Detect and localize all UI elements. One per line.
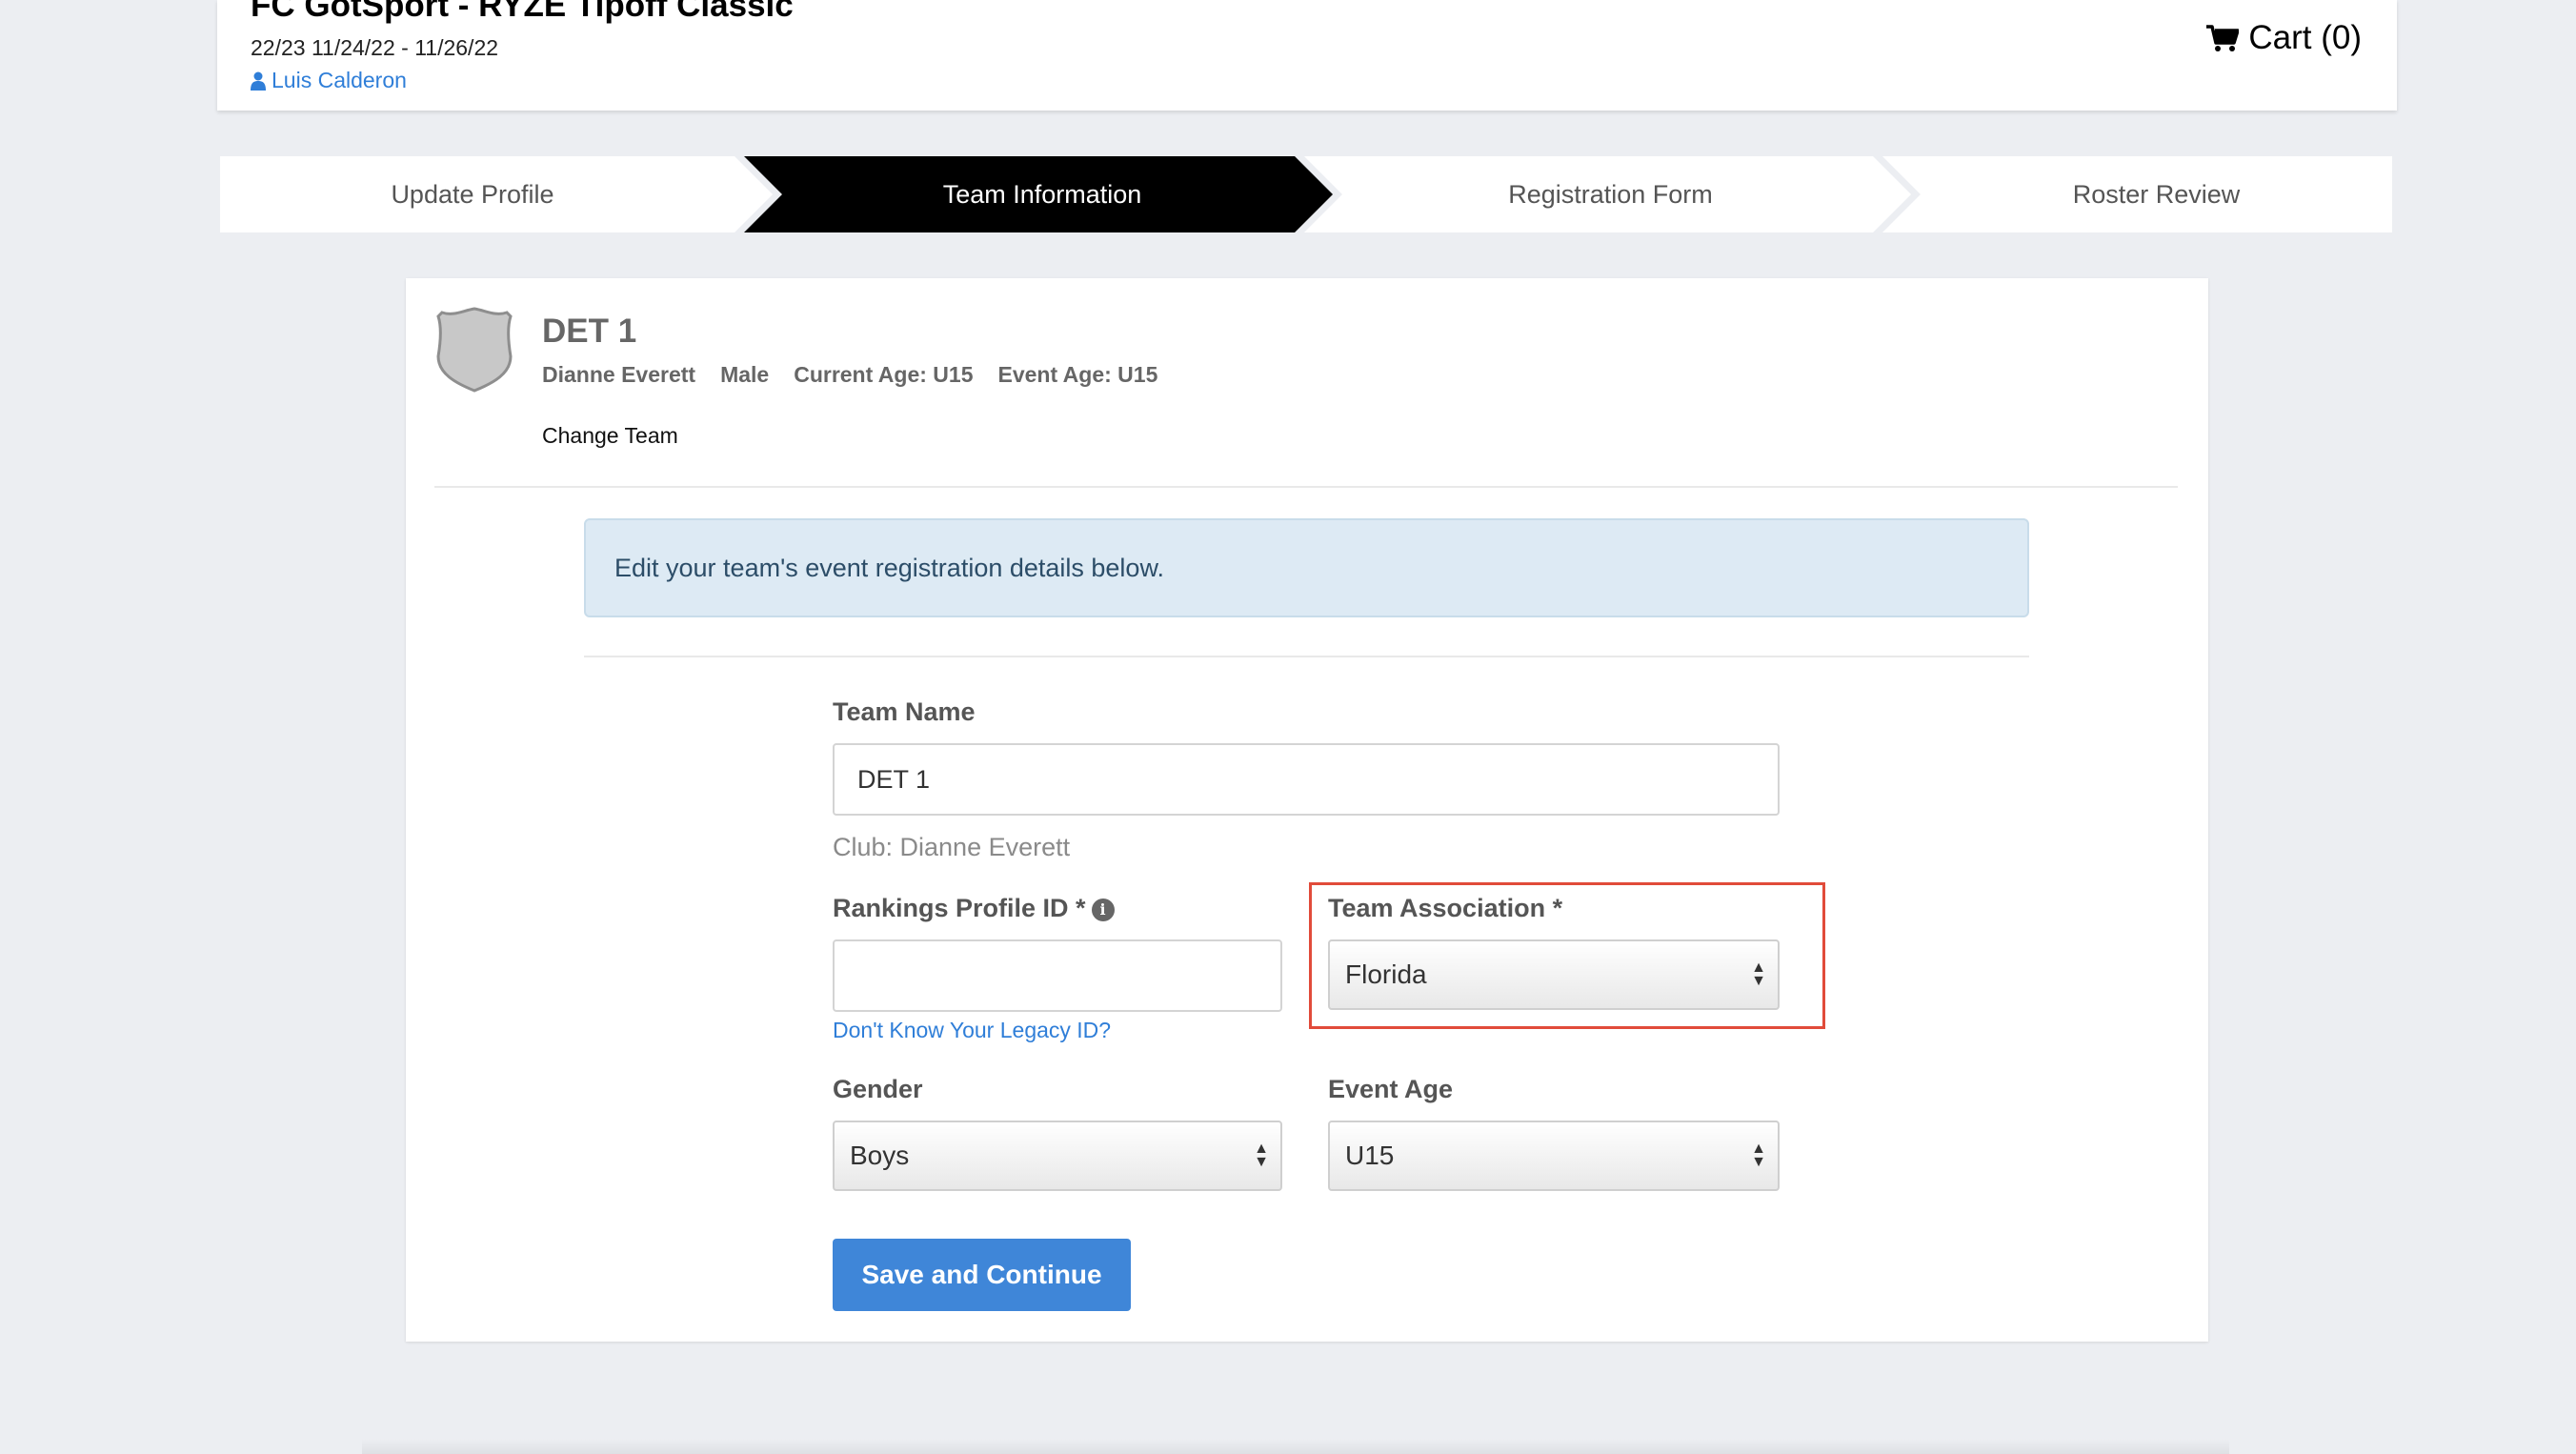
team-name-label: Team Name <box>833 697 976 726</box>
select-arrows-icon: ▲ ▼ <box>1254 1141 1269 1170</box>
event-age-select[interactable]: U15 ▲ ▼ <box>1328 1121 1780 1191</box>
gender-select[interactable]: Boys ▲ ▼ <box>833 1121 1282 1191</box>
step-label: Update Profile <box>391 179 554 209</box>
step-registration-form[interactable]: Registration Form <box>1342 156 1879 232</box>
step-roster-review[interactable]: Roster Review <box>1921 156 2392 232</box>
highlight-box <box>1309 882 1825 1029</box>
event-age-label: Event Age <box>1328 1075 1454 1103</box>
divider <box>584 656 2029 657</box>
step-label: Team Information <box>942 179 1142 209</box>
gender-label: Gender <box>833 1075 923 1103</box>
cart-label: Cart (0) <box>2248 19 2362 56</box>
team-gender: Male <box>720 362 770 387</box>
event-age-value: U15 <box>1345 1141 1395 1170</box>
cart-icon <box>2206 25 2240 51</box>
team-meta: Dianne Everett Male Current Age: U15 Eve… <box>542 362 1157 388</box>
team-card: DET 1 Dianne Everett Male Current Age: U… <box>406 278 2208 1342</box>
event-title: FC GotSport - RYZE Tipoff Classic <box>251 0 794 24</box>
team-event-age: Event Age: U15 <box>997 362 1158 387</box>
registration-stepper: Update Profile Team Information Registra… <box>220 156 2392 232</box>
club-help-text: Club: Dianne Everett <box>833 833 1071 861</box>
rankings-label: Rankings Profile ID * i <box>833 894 1115 923</box>
step-team-information[interactable]: Team Information <box>782 156 1302 232</box>
bottom-shadow <box>362 1439 2229 1454</box>
team-name-input[interactable]: DET 1 <box>833 743 1780 816</box>
team-current-age: Current Age: U15 <box>794 362 974 387</box>
user-icon <box>251 71 266 91</box>
info-alert: Edit your team's event registration deta… <box>584 518 2029 617</box>
rankings-label-text: Rankings Profile ID * <box>833 894 1086 922</box>
select-arrows-icon: ▲ ▼ <box>1751 1141 1766 1170</box>
step-label: Registration Form <box>1508 179 1713 209</box>
save-and-continue-button[interactable]: Save and Continue <box>833 1239 1131 1311</box>
team-title: DET 1 <box>542 313 637 350</box>
step-label: Roster Review <box>2072 179 2241 209</box>
user-link[interactable]: Luis Calderon <box>251 68 407 93</box>
event-header: FC GotSport - RYZE Tipoff Classic 22/23 … <box>217 0 2397 111</box>
user-name: Luis Calderon <box>272 68 407 92</box>
change-team-link[interactable]: Change Team <box>542 423 678 449</box>
shield-icon <box>436 307 513 393</box>
team-club: Dianne Everett <box>542 362 696 387</box>
gender-value: Boys <box>850 1141 910 1170</box>
divider <box>434 486 2178 488</box>
rankings-profile-id-input[interactable] <box>833 939 1282 1012</box>
event-dates: 22/23 11/24/22 - 11/26/22 <box>251 35 499 60</box>
step-update-profile[interactable]: Update Profile <box>220 156 725 232</box>
info-icon[interactable]: i <box>1091 898 1115 921</box>
legacy-id-link[interactable]: Don't Know Your Legacy ID? <box>833 1018 1111 1043</box>
cart-button[interactable]: Cart (0) <box>2206 19 2362 57</box>
